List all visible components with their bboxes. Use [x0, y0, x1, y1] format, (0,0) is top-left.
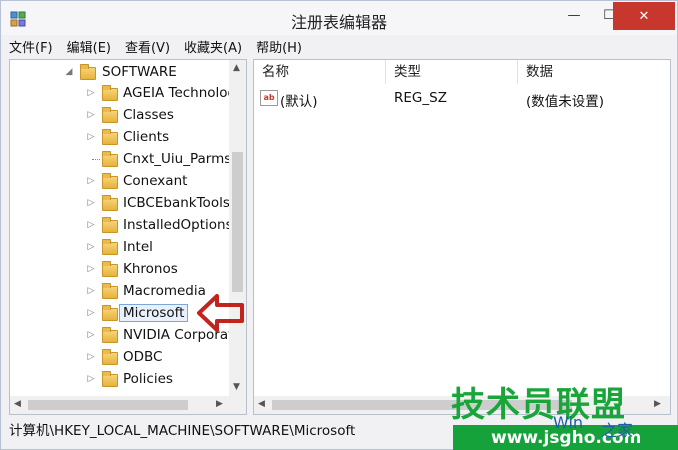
- value-data: (数值未设置): [526, 94, 605, 110]
- expand-arrow-icon[interactable]: ▷: [86, 352, 96, 362]
- folder-icon: [102, 283, 118, 299]
- folder-icon: [102, 305, 118, 321]
- column-header-name[interactable]: 名称: [254, 60, 386, 84]
- tree-vertical-scroll-thumb[interactable]: [232, 152, 243, 292]
- folder-icon: [80, 64, 96, 80]
- tree-item-ageia[interactable]: ▷ AGEIA Technologies: [10, 82, 246, 104]
- folder-icon: [102, 239, 118, 255]
- tree-horizontal-scroll-thumb[interactable]: [28, 400, 188, 410]
- scroll-down-arrow-icon[interactable]: ▼: [233, 382, 240, 392]
- tree-item-intel[interactable]: ▷ Intel: [10, 236, 230, 258]
- tree-item-label: Classes: [123, 107, 174, 123]
- folder-icon: [102, 151, 118, 167]
- folder-icon: [102, 349, 118, 365]
- expand-arrow-icon[interactable]: ▷: [86, 110, 96, 120]
- collapse-arrow-icon[interactable]: ◢: [64, 67, 74, 77]
- tree-item-label: Policies: [123, 371, 173, 387]
- scroll-left-arrow-icon[interactable]: ◀: [14, 399, 21, 409]
- tree-item-label: InstalledOptions: [123, 217, 233, 233]
- scroll-up-arrow-icon[interactable]: ▲: [233, 63, 240, 73]
- tree-item-label: Conexant: [123, 173, 188, 189]
- regedit-window: 注册表编辑器 — ☐ ✕ 文件(F) 编辑(E) 查看(V) 收藏夹(A) 帮助…: [0, 0, 678, 450]
- tree-item-software[interactable]: ◢ SOFTWARE: [10, 61, 230, 83]
- folder-icon: [102, 327, 118, 343]
- tree-item-cnxt[interactable]: Cnxt_Uiu_Parms: [10, 148, 232, 170]
- menu-file[interactable]: 文件(F): [9, 37, 53, 57]
- arrow-left-icon: [197, 294, 244, 332]
- menu-bar: 文件(F) 编辑(E) 查看(V) 收藏夹(A) 帮助(H): [9, 37, 316, 57]
- watermark-win: Win: [553, 413, 584, 432]
- close-button[interactable]: ✕: [613, 2, 675, 30]
- menu-view[interactable]: 查看(V): [125, 37, 170, 57]
- tree-item-clients[interactable]: ▷ Clients: [10, 126, 230, 148]
- tree-item-installedoptions[interactable]: ▷ InstalledOptions: [10, 214, 233, 236]
- folder-icon: [102, 107, 118, 123]
- column-header-data[interactable]: 数据: [518, 60, 670, 84]
- tree-item-label: Intel: [123, 239, 153, 255]
- tree-item-conexant[interactable]: ▷ Conexant: [10, 170, 230, 192]
- expand-arrow-icon[interactable]: ▷: [86, 132, 96, 142]
- expand-arrow-icon[interactable]: ▷: [86, 88, 96, 98]
- tree-horizontal-scrollbar[interactable]: ◀ ▶: [10, 396, 246, 414]
- value-name: (默认): [280, 94, 318, 110]
- expand-arrow-icon[interactable]: ▷: [86, 220, 96, 230]
- folder-icon: [102, 217, 118, 233]
- tree-item-khronos[interactable]: ▷ Khronos: [10, 258, 230, 280]
- tree-item-label: Khronos: [123, 261, 178, 277]
- scroll-right-arrow-icon[interactable]: ▶: [654, 399, 661, 409]
- tree-item-odbc[interactable]: ▷ ODBC: [10, 346, 230, 368]
- string-value-icon: ab: [260, 90, 278, 106]
- expand-arrow-icon[interactable]: ▷: [86, 264, 96, 274]
- expand-arrow-icon[interactable]: ▷: [86, 330, 96, 340]
- value-list-pane[interactable]: 名称 类型 数据 ab (默认) REG_SZ (数值未设置) ◀ ▶: [253, 59, 671, 415]
- tree-item-label-selected: Microsoft: [119, 304, 189, 322]
- folder-icon: [102, 371, 118, 387]
- tree-connector: [92, 159, 100, 160]
- menu-help[interactable]: 帮助(H): [256, 37, 302, 57]
- tree-vertical-scrollbar[interactable]: ▲ ▼: [229, 60, 246, 396]
- folder-icon: [102, 195, 118, 211]
- expand-arrow-icon[interactable]: ▷: [86, 242, 96, 252]
- folder-icon: [102, 261, 118, 277]
- watermark-site: 之家: [601, 421, 634, 440]
- value-type: REG_SZ: [394, 90, 447, 106]
- expand-arrow-icon[interactable]: ▷: [86, 308, 96, 318]
- folder-icon: [102, 85, 118, 101]
- scroll-left-arrow-icon[interactable]: ◀: [258, 399, 265, 409]
- folder-icon: [102, 129, 118, 145]
- expand-arrow-icon[interactable]: ▷: [86, 198, 96, 208]
- column-header-type[interactable]: 类型: [386, 60, 518, 84]
- minimize-button[interactable]: —: [554, 1, 594, 29]
- tree-item-label: SOFTWARE: [102, 64, 177, 80]
- tree-item-label: ODBC: [123, 349, 163, 365]
- tree-item-policies[interactable]: ▷ Policies: [10, 368, 230, 390]
- folder-icon: [102, 173, 118, 189]
- expand-arrow-icon[interactable]: ▷: [86, 374, 96, 384]
- scroll-right-arrow-icon[interactable]: ▶: [216, 399, 223, 409]
- expand-arrow-icon[interactable]: ▷: [86, 286, 96, 296]
- title-bar: 注册表编辑器 — ☐ ✕: [1, 1, 677, 35]
- expand-arrow-icon[interactable]: ▷: [86, 176, 96, 186]
- tree-item-label: Clients: [123, 129, 170, 145]
- tree-item-classes[interactable]: ▷ Classes: [10, 104, 230, 126]
- tree-item-label: ICBCEbankTools: [123, 195, 230, 211]
- tree-item-label: Macromedia: [123, 283, 206, 299]
- watermark-title: 技术员联盟: [451, 385, 626, 425]
- tree-item-icbc[interactable]: ▷ ICBCEbankTools: [10, 192, 230, 214]
- key-tree-pane[interactable]: ◢ SOFTWARE ▷ AGEIA Technologies ▷ Classe…: [9, 59, 247, 415]
- menu-favorites[interactable]: 收藏夹(A): [184, 37, 242, 57]
- menu-edit[interactable]: 编辑(E): [67, 37, 111, 57]
- tree-item-label: Cnxt_Uiu_Parms: [123, 151, 232, 167]
